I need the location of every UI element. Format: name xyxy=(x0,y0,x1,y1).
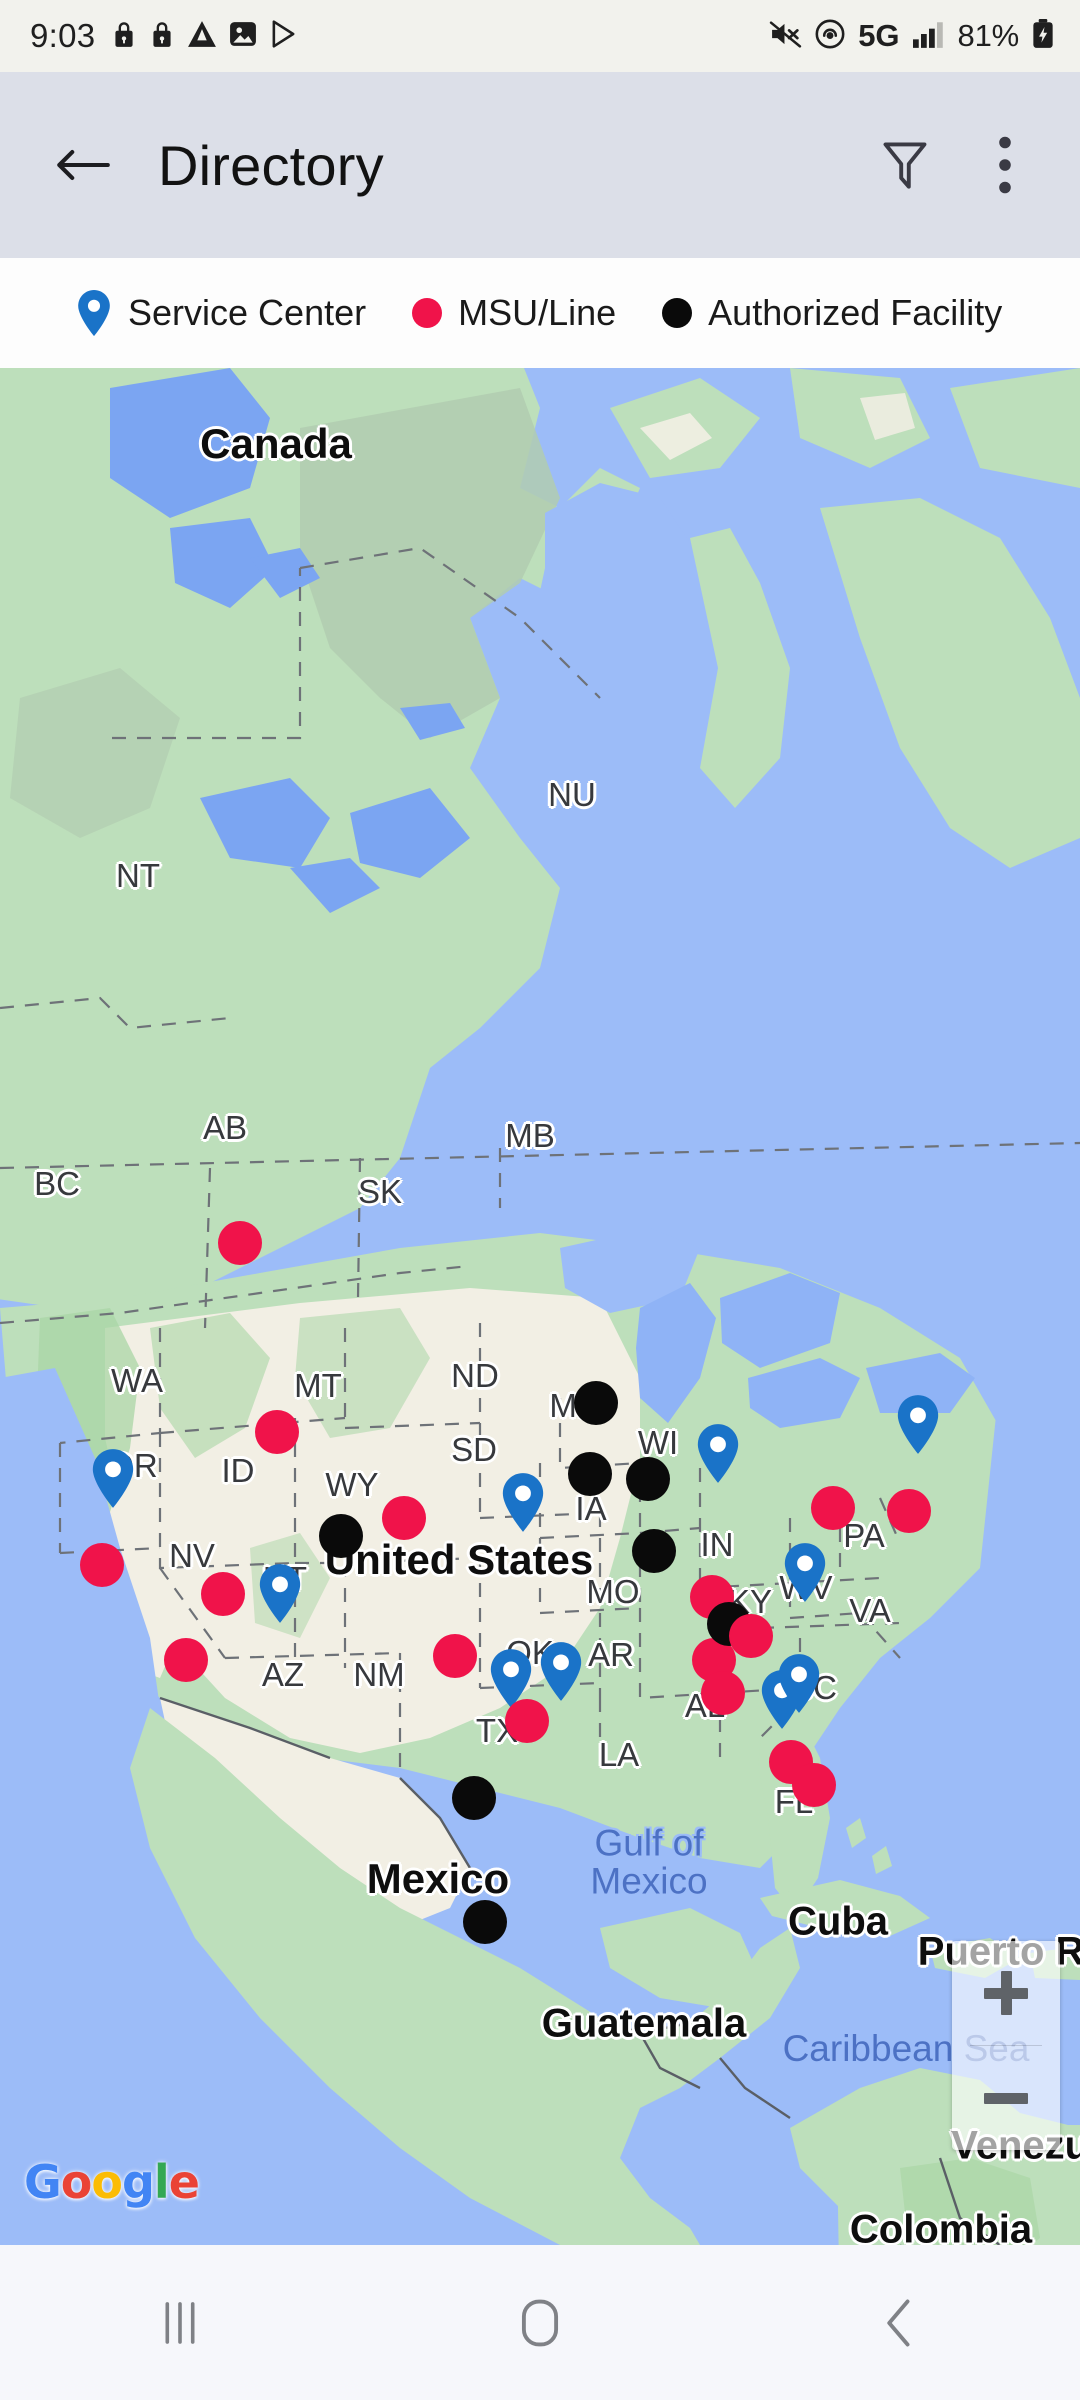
back-nav-button[interactable] xyxy=(720,2295,1080,2351)
warning-triangle-icon xyxy=(187,20,217,53)
status-bar-notification-icons xyxy=(111,19,298,54)
legend-item-authorized-facility: Authorized Facility xyxy=(662,292,1002,334)
map-marker-service-center[interactable] xyxy=(501,1473,545,1532)
map-marker-authorized-facility[interactable] xyxy=(574,1381,618,1425)
play-store-icon xyxy=(269,19,298,54)
status-bar: 9:03 5G 81% xyxy=(0,0,1080,72)
lock-icon xyxy=(149,19,175,54)
network-type-label: 5G xyxy=(858,18,900,53)
home-icon xyxy=(521,2299,559,2346)
legend-label: MSU/Line xyxy=(458,292,617,333)
map-marker-service-center[interactable] xyxy=(539,1642,583,1701)
back-chevron-icon xyxy=(887,2299,910,2346)
map-marker-msu-line[interactable] xyxy=(201,1572,245,1616)
map-marker-msu-line[interactable] xyxy=(382,1496,426,1540)
map-marker-msu-line[interactable] xyxy=(80,1543,124,1587)
overflow-menu-button[interactable] xyxy=(970,130,1040,200)
map-marker-msu-line[interactable] xyxy=(887,1489,931,1533)
map-legend: Service Center MSU/Line Authorized Facil… xyxy=(0,258,1080,368)
map-marker-authorized-facility[interactable] xyxy=(452,1776,496,1820)
map-marker-msu-line[interactable] xyxy=(701,1671,745,1715)
red-dot-icon xyxy=(412,298,443,328)
page-title: Directory xyxy=(158,133,384,197)
app-bar: Directory xyxy=(0,72,1080,258)
map-marker-msu-line[interactable] xyxy=(505,1699,549,1743)
map-marker-msu-line[interactable] xyxy=(792,1763,836,1807)
recents-icon xyxy=(165,2301,195,2344)
map-marker-service-center[interactable] xyxy=(896,1395,940,1454)
legend-label: Service Center xyxy=(128,292,367,333)
image-icon xyxy=(229,20,257,53)
map-marker-msu-line[interactable] xyxy=(255,1410,299,1454)
mute-icon xyxy=(769,20,802,53)
map-marker-authorized-facility[interactable] xyxy=(568,1452,612,1496)
map-marker-service-center[interactable] xyxy=(777,1654,821,1713)
arrow-left-icon xyxy=(57,150,110,180)
map-marker-msu-line[interactable] xyxy=(218,1221,262,1265)
map-marker-service-center[interactable] xyxy=(783,1543,827,1602)
map-marker-authorized-facility[interactable] xyxy=(632,1529,676,1573)
map-marker-authorized-facility[interactable] xyxy=(463,1900,507,1944)
back-button[interactable] xyxy=(52,134,114,196)
minus-icon xyxy=(984,2092,1028,2104)
battery-percent-label: 81% xyxy=(957,18,1020,53)
map-marker-msu-line[interactable] xyxy=(164,1638,208,1682)
legend-item-msu-line: MSU/Line xyxy=(412,292,616,334)
map-marker-authorized-facility[interactable] xyxy=(319,1514,363,1558)
lock-icon xyxy=(111,19,137,54)
recents-button[interactable] xyxy=(0,2297,360,2349)
status-bar-clock: 9:03 xyxy=(30,17,96,54)
zoom-in-button[interactable] xyxy=(952,1941,1060,2045)
system-navigation-bar xyxy=(0,2245,1080,2400)
map-marker-service-center[interactable] xyxy=(696,1424,740,1483)
filter-funnel-icon xyxy=(883,142,927,189)
legend-label: Authorized Facility xyxy=(708,292,1003,333)
signal-bars-icon xyxy=(912,20,945,53)
black-dot-icon xyxy=(662,298,693,328)
zoom-out-button[interactable] xyxy=(952,2046,1060,2150)
home-button[interactable] xyxy=(360,2294,720,2352)
phone-screen: 9:03 5G 81% Directory Service Center MSU… xyxy=(0,0,1080,2400)
map-marker-msu-line[interactable] xyxy=(811,1486,855,1530)
map-marker-service-center[interactable] xyxy=(91,1449,135,1508)
map-marker-msu-line[interactable] xyxy=(729,1614,773,1658)
map-pin-icon xyxy=(78,290,110,336)
google-map-canvas[interactable]: CanadaUnited StatesMexicoCubaPuerto Rico… xyxy=(0,368,1080,2245)
hotspot-icon xyxy=(815,19,845,54)
google-logo: Google xyxy=(24,2155,200,2209)
map-marker-msu-line[interactable] xyxy=(433,1634,477,1678)
filter-button[interactable] xyxy=(870,130,940,200)
plus-icon xyxy=(984,1971,1028,2015)
map-base-layer xyxy=(0,368,1080,2245)
map-zoom-controls[interactable] xyxy=(952,1941,1060,2150)
map-marker-authorized-facility[interactable] xyxy=(626,1457,670,1501)
more-vertical-icon xyxy=(999,136,1011,194)
map-marker-service-center[interactable] xyxy=(258,1564,302,1623)
legend-item-service-center: Service Center xyxy=(76,290,366,336)
status-bar-system-icons: 5G 81% xyxy=(769,18,1054,54)
battery-charging-icon xyxy=(1032,18,1054,54)
